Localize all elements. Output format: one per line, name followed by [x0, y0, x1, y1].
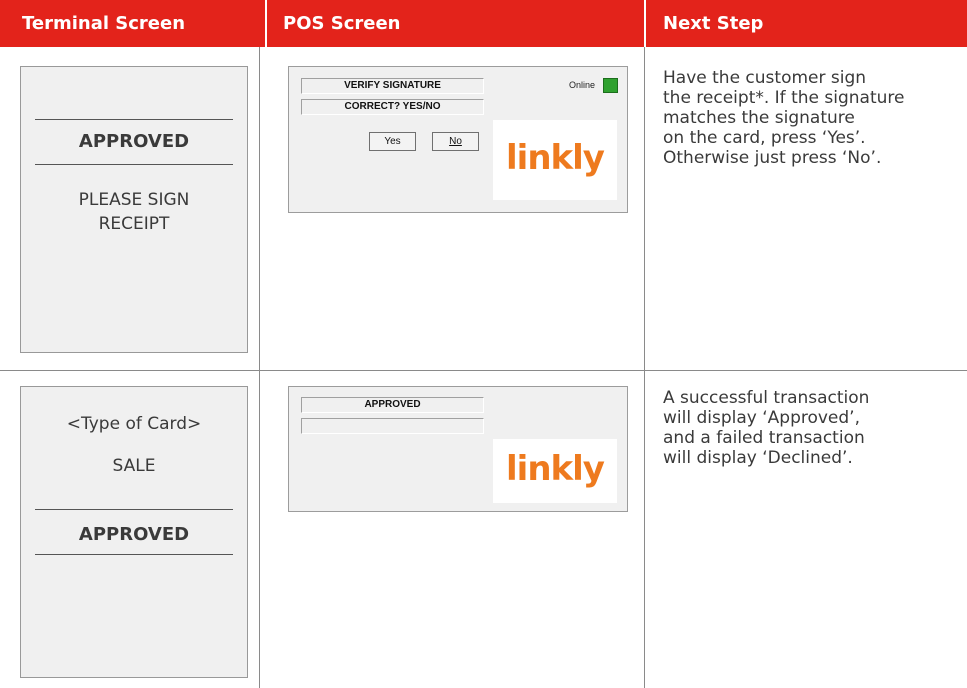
- header-terminal-label: Terminal Screen: [22, 13, 186, 34]
- next-step-text: A successful transaction will display ‘A…: [663, 388, 869, 468]
- next-step-line: A successful transaction: [663, 388, 870, 408]
- terminal-status: APPROVED: [78, 524, 190, 545]
- next-step-line: will display ‘Declined’.: [663, 448, 853, 468]
- pos-display-line2: [301, 418, 484, 434]
- column-divider: [259, 47, 260, 688]
- no-button[interactable]: No: [432, 132, 479, 151]
- header-next-step-label: Next Step: [663, 13, 764, 34]
- header-next-step: Next Step: [646, 0, 967, 47]
- terminal-transaction: SALE: [112, 456, 156, 476]
- logo-panel: linkly: [493, 439, 617, 503]
- next-step-line: Have the customer sign: [663, 68, 867, 88]
- header-pos: POS Screen: [267, 0, 644, 47]
- terminal-message-line2: RECEIPT: [98, 214, 170, 234]
- pos-display-line2: CORRECT? YES/NO: [301, 99, 484, 115]
- next-step-line: the receipt*. If the signature: [663, 88, 905, 108]
- online-label: Online: [569, 80, 596, 90]
- pos-display-line1: VERIFY SIGNATURE: [301, 78, 484, 94]
- header-terminal: Terminal Screen: [0, 0, 265, 47]
- row-divider: [0, 370, 967, 371]
- next-step-line: matches the signature: [663, 108, 855, 128]
- yes-button[interactable]: Yes: [369, 132, 416, 151]
- pos-screen-verify-signature: VERIFY SIGNATURE CORRECT? YES/NO Online …: [288, 66, 628, 213]
- next-step-line: and a failed transaction: [663, 428, 865, 448]
- linkly-logo: linkly: [506, 138, 605, 178]
- online-status-indicator: [603, 78, 618, 93]
- pos-screen-approved: APPROVED linkly: [288, 386, 628, 512]
- divider: [35, 554, 233, 555]
- terminal-screen-approved-sign: APPROVED PLEASE SIGN RECEIPT: [20, 66, 248, 353]
- logo-panel: linkly: [493, 120, 617, 200]
- column-divider: [644, 47, 645, 688]
- header-pos-label: POS Screen: [283, 13, 401, 34]
- linkly-logo: linkly: [506, 449, 605, 489]
- terminal-message-line1: PLEASE SIGN: [78, 190, 190, 210]
- terminal-screen-sale-approved: <Type of Card> SALE APPROVED: [20, 386, 248, 678]
- next-step-line: Otherwise just press ‘No’.: [663, 148, 882, 168]
- next-step-text: Have the customer sign the receipt*. If …: [663, 68, 904, 168]
- divider: [35, 119, 233, 120]
- divider: [35, 509, 233, 510]
- pos-display-line1: APPROVED: [301, 397, 484, 413]
- divider: [35, 164, 233, 165]
- terminal-card-type: <Type of Card>: [66, 414, 202, 434]
- next-step-line: will display ‘Approved’,: [663, 408, 860, 428]
- terminal-status: APPROVED: [78, 131, 190, 152]
- next-step-line: on the card, press ‘Yes’.: [663, 128, 866, 148]
- instruction-table: Terminal Screen POS Screen Next Step APP…: [0, 0, 967, 688]
